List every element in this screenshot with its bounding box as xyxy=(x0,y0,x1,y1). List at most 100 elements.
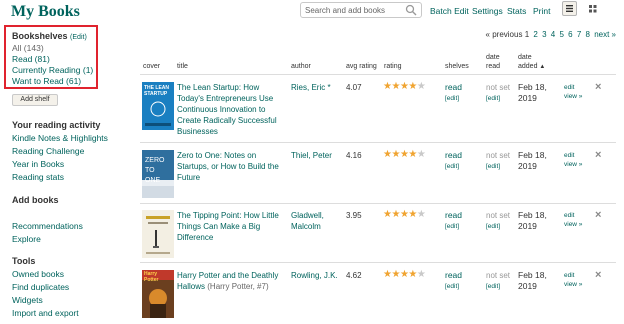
batch-edit-link[interactable]: Batch Edit xyxy=(430,6,469,16)
reading-challenge-link[interactable]: Reading Challenge xyxy=(12,146,84,156)
search-input[interactable] xyxy=(301,3,401,17)
star-icon[interactable]: ★ xyxy=(391,269,400,280)
remove-book-icon[interactable]: × xyxy=(595,150,601,161)
book-title[interactable]: Zero to One: Notes on Startups, or How t… xyxy=(177,150,287,183)
grid-view-button[interactable] xyxy=(585,1,600,16)
book-author[interactable]: Rowling, J.K. xyxy=(291,270,341,281)
date-read-edit-link[interactable]: [edit] xyxy=(486,93,510,104)
shelf-edit-link[interactable]: [edit] xyxy=(445,221,462,232)
column-header-cover[interactable]: cover xyxy=(143,62,160,71)
shelf-link[interactable]: read xyxy=(445,210,462,221)
remove-book-icon[interactable]: × xyxy=(595,82,601,93)
date-read-edit-link[interactable]: [edit] xyxy=(486,281,510,292)
import-export-link[interactable]: Import and export xyxy=(12,308,79,318)
book-view-link[interactable]: view » xyxy=(564,92,582,101)
book-author[interactable]: Ries, Eric * xyxy=(291,82,341,93)
date-read-value: not set xyxy=(486,271,511,280)
reading-stats-link[interactable]: Reading stats xyxy=(12,172,64,182)
star-rating[interactable]: ★★★★★ xyxy=(383,209,426,220)
year-in-books-link[interactable]: Year in Books xyxy=(12,159,64,169)
star-rating[interactable]: ★★★★★ xyxy=(383,81,426,92)
book-cover[interactable]: Harry Potter xyxy=(142,270,174,318)
column-header-title[interactable]: title xyxy=(177,62,188,71)
star-icon[interactable]: ★ xyxy=(417,81,426,92)
book-title[interactable]: Harry Potter and the Deathly Hallows (Ha… xyxy=(177,270,287,292)
row-divider xyxy=(140,262,616,263)
book-title[interactable]: The Lean Startup: How Today's Entreprene… xyxy=(177,82,287,137)
page-link[interactable]: 5 xyxy=(559,30,563,39)
star-icon[interactable]: ★ xyxy=(417,209,426,220)
book-view-link[interactable]: view » xyxy=(564,280,582,289)
page-link[interactable]: 3 xyxy=(542,30,546,39)
book-edit-link[interactable]: edit xyxy=(564,83,582,92)
star-icon[interactable]: ★ xyxy=(408,149,417,160)
star-icon[interactable]: ★ xyxy=(408,81,417,92)
star-icon[interactable]: ★ xyxy=(391,149,400,160)
add-shelf-button[interactable]: Add shelf xyxy=(12,94,58,106)
sort-ascending-icon: ▲ xyxy=(539,64,546,70)
book-cover[interactable]: THE LEAN STARTUP xyxy=(142,82,174,130)
star-icon[interactable]: ★ xyxy=(408,209,417,220)
remove-book-icon[interactable]: × xyxy=(595,270,601,281)
column-header-date-added[interactable]: date added ▲ xyxy=(518,53,550,72)
shelf-all[interactable]: All (143) xyxy=(12,43,44,53)
shelf-read[interactable]: Read (81) xyxy=(12,54,50,64)
book-cover[interactable]: ZERO TO ONE xyxy=(142,150,174,198)
column-header-shelves[interactable]: shelves xyxy=(445,62,469,71)
shelf-link[interactable]: read xyxy=(445,82,462,93)
column-header-avg-rating[interactable]: avg rating xyxy=(346,62,377,71)
owned-books-link[interactable]: Owned books xyxy=(12,269,64,279)
star-icon[interactable]: ★ xyxy=(408,269,417,280)
recommendations-link[interactable]: Recommendations xyxy=(12,221,83,231)
stats-link[interactable]: Stats xyxy=(507,6,526,16)
explore-link[interactable]: Explore xyxy=(12,234,41,244)
edit-shelves-link[interactable]: (Edit) xyxy=(70,34,87,41)
book-cover[interactable] xyxy=(142,210,174,258)
book-shelves: read [edit] xyxy=(445,150,462,172)
page-link[interactable]: 4 xyxy=(551,30,555,39)
star-icon[interactable]: ★ xyxy=(417,149,426,160)
kindle-notes-link[interactable]: Kindle Notes & Highlights xyxy=(12,133,108,143)
page-link[interactable]: 2 xyxy=(533,30,537,39)
book-date-read: not set [edit] xyxy=(486,270,510,292)
page-link[interactable]: 6 xyxy=(568,30,572,39)
star-rating[interactable]: ★★★★★ xyxy=(383,269,426,280)
page-link[interactable]: 8 xyxy=(586,30,590,39)
book-view-link[interactable]: view » xyxy=(564,220,582,229)
star-icon[interactable]: ★ xyxy=(417,269,426,280)
shelf-link[interactable]: read xyxy=(445,270,462,281)
book-author[interactable]: Gladwell, Malcolm xyxy=(291,210,341,232)
book-edit-link[interactable]: edit xyxy=(564,211,582,220)
star-rating[interactable]: ★★★★★ xyxy=(383,149,426,160)
settings-link[interactable]: Settings xyxy=(472,6,503,16)
shelf-link[interactable]: read xyxy=(445,150,462,161)
book-view-link[interactable]: view » xyxy=(564,160,582,169)
book-edit-link[interactable]: edit xyxy=(564,271,582,280)
shelf-edit-link[interactable]: [edit] xyxy=(445,161,462,172)
shelf-edit-link[interactable]: [edit] xyxy=(445,93,462,104)
column-header-author[interactable]: author xyxy=(291,62,311,71)
star-icon[interactable]: ★ xyxy=(391,209,400,220)
book-title[interactable]: The Tipping Point: How Little Things Can… xyxy=(177,210,287,243)
column-header-rating[interactable]: rating xyxy=(384,62,402,71)
book-cover-text: Harry Potter xyxy=(144,271,159,283)
remove-book-icon[interactable]: × xyxy=(595,210,601,221)
shelf-currently-reading[interactable]: Currently Reading (1) xyxy=(12,65,93,75)
date-read-edit-link[interactable]: [edit] xyxy=(486,221,510,232)
search-box[interactable] xyxy=(300,2,422,18)
date-read-edit-link[interactable]: [edit] xyxy=(486,161,510,172)
book-author[interactable]: Thiel, Peter xyxy=(291,150,341,161)
star-icon[interactable]: ★ xyxy=(391,81,400,92)
page-link[interactable]: 7 xyxy=(577,30,581,39)
shelf-want-to-read[interactable]: Want to Read (61) xyxy=(12,76,81,86)
widgets-link[interactable]: Widgets xyxy=(12,295,43,305)
pagination-next[interactable]: next » xyxy=(594,30,616,39)
search-icon[interactable] xyxy=(405,4,417,16)
print-link[interactable]: Print xyxy=(533,6,550,16)
book-edit-link[interactable]: edit xyxy=(564,151,582,160)
book-date-read: not set [edit] xyxy=(486,210,510,232)
list-view-button[interactable] xyxy=(562,1,577,16)
shelf-edit-link[interactable]: [edit] xyxy=(445,281,462,292)
column-header-date-read[interactable]: date read xyxy=(486,53,508,71)
find-duplicates-link[interactable]: Find duplicates xyxy=(12,282,69,292)
